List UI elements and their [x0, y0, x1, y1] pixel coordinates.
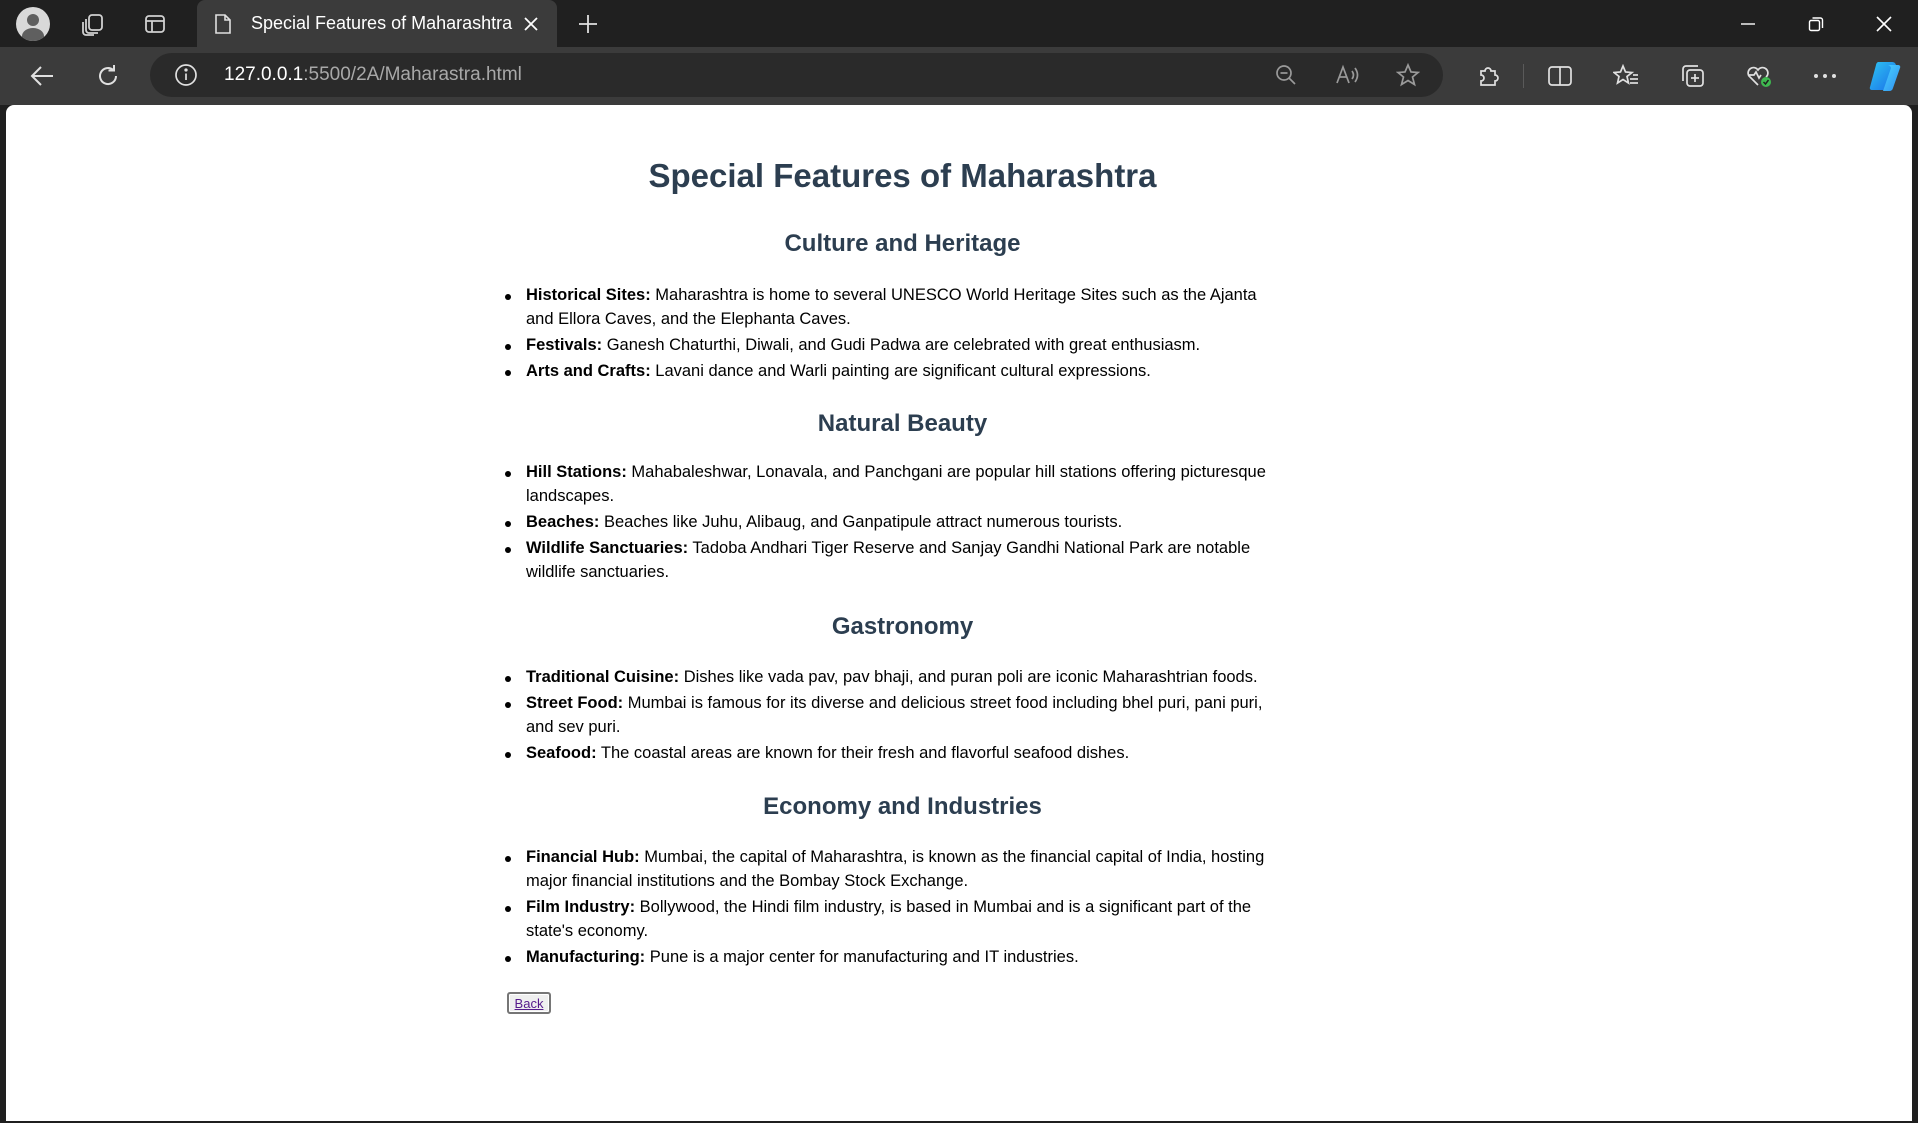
extensions-button[interactable] — [1469, 57, 1509, 95]
url-text[interactable]: 127.0.0.1:5500/2A/Maharastra.html — [224, 64, 522, 86]
settings-more-button[interactable] — [1805, 57, 1845, 95]
zoom-button[interactable] — [1268, 58, 1304, 92]
favorite-button[interactable] — [1390, 58, 1426, 92]
section-heading-culture: Culture and Heritage — [784, 230, 1021, 257]
page-viewport: Special Features of Maharashtra Culture … — [6, 105, 1912, 1121]
refresh-icon — [99, 65, 118, 85]
profile-button[interactable] — [15, 6, 51, 42]
item-text: Dishes like vada pav, pav bhaji, and pur… — [679, 668, 1258, 686]
navigation-bar: 127.0.0.1:5500/2A/Maharastra.html — [0, 47, 1918, 105]
item-label: Street Food: — [526, 694, 624, 712]
favorites-button[interactable] — [1606, 57, 1646, 95]
back-button[interactable]: Back — [507, 992, 551, 1014]
heart-pulse-icon — [1747, 66, 1771, 87]
more-horizontal-icon — [1814, 74, 1836, 78]
item-text: Mumbai is famous for its diverse and del… — [526, 694, 1263, 736]
item-text: The coastal areas are known for their fr… — [596, 744, 1130, 762]
puzzle-icon — [1480, 67, 1499, 86]
page-title: Special Features of Maharashtra — [648, 157, 1157, 194]
close-icon — [524, 17, 538, 31]
toolbar-divider — [1523, 64, 1524, 88]
collections-button[interactable] — [1673, 57, 1713, 95]
tab-actions-icon — [145, 15, 165, 33]
list-item: Festivals: Ganesh Chaturthi, Diwali, and… — [505, 333, 1286, 357]
culture-list: Historical Sites: Maharashtra is home to… — [505, 283, 1286, 385]
zoom-out-icon — [1276, 65, 1296, 85]
restore-icon — [1808, 16, 1824, 31]
minimize-button[interactable] — [1714, 0, 1782, 47]
refresh-button[interactable] — [88, 57, 128, 95]
item-text: Bollywood, the Hindi film industry, is b… — [526, 898, 1252, 940]
restore-button[interactable] — [1782, 0, 1850, 47]
economy-list: Financial Hub: Mumbai, the capital of Ma… — [505, 845, 1286, 971]
list-item: Manufacturing: Pune is a major center fo… — [505, 945, 1286, 969]
address-bar[interactable]: 127.0.0.1:5500/2A/Maharastra.html — [150, 53, 1443, 97]
item-text: Pune is a major center for manufacturing… — [645, 948, 1079, 966]
section-heading-gastronomy: Gastronomy — [831, 613, 974, 640]
list-item: Hill Stations: Mahabaleshwar, Lonavala, … — [505, 460, 1286, 508]
list-item: Beaches: Beaches like Juhu, Alibaug, and… — [505, 510, 1286, 534]
list-item: Historical Sites: Maharashtra is home to… — [505, 283, 1286, 331]
plus-icon — [579, 15, 597, 33]
list-item: Street Food: Mumbai is famous for its di… — [505, 691, 1286, 739]
active-tab[interactable]: Special Features of Maharashtra — [197, 0, 557, 47]
item-label: Festivals: — [526, 336, 603, 354]
favorites-icon — [1613, 64, 1638, 85]
split-screen-icon — [1548, 66, 1572, 86]
item-label: Seafood: — [526, 744, 597, 762]
item-label: Traditional Cuisine: — [526, 668, 680, 686]
gastronomy-list: Traditional Cuisine: Dishes like vada pa… — [505, 665, 1286, 767]
star-icon — [1396, 63, 1420, 87]
item-label: Film Industry: — [526, 898, 636, 916]
read-aloud-icon — [1336, 64, 1359, 84]
item-text: Mahabaleshwar, Lonavala, and Panchgani a… — [526, 463, 1266, 505]
list-item: Arts and Crafts: Lavani dance and Warli … — [505, 359, 1286, 383]
read-aloud-button[interactable] — [1330, 58, 1366, 92]
tab-close-button[interactable] — [519, 12, 543, 36]
list-item: Film Industry: Bollywood, the Hindi film… — [505, 895, 1286, 943]
minimize-icon — [1741, 22, 1755, 25]
url-host: 127.0.0.1 — [224, 64, 304, 85]
item-label: Beaches: — [526, 513, 600, 531]
page-document-icon — [215, 14, 231, 34]
copilot-icon — [1869, 61, 1901, 92]
copilot-button[interactable] — [1866, 57, 1906, 95]
item-label: Hill Stations: — [526, 463, 627, 481]
close-icon — [1876, 15, 1892, 32]
section-heading-natural-beauty: Natural Beauty — [817, 410, 988, 437]
item-text: Ganesh Chaturthi, Diwali, and Gudi Padwa… — [602, 336, 1201, 354]
arrow-left-icon — [30, 66, 53, 86]
list-item: Financial Hub: Mumbai, the capital of Ma… — [505, 845, 1286, 893]
item-text: Beaches like Juhu, Alibaug, and Ganpatip… — [599, 513, 1123, 531]
item-label: Historical Sites: — [526, 286, 651, 304]
item-label: Wildlife Sanctuaries: — [526, 539, 689, 557]
item-label: Financial Hub: — [526, 848, 640, 866]
title-bar: Special Features of Maharashtra — [0, 0, 1918, 47]
profile-avatar-icon — [16, 7, 50, 41]
vertical-tabs-button[interactable] — [137, 6, 173, 42]
list-item: Seafood: The coastal areas are known for… — [505, 741, 1286, 765]
list-item: Wildlife Sanctuaries: Tadoba Andhari Tig… — [505, 536, 1286, 584]
split-screen-button[interactable] — [1540, 57, 1580, 95]
workspaces-icon — [82, 14, 103, 36]
collections-icon — [1682, 65, 1704, 87]
list-item: Traditional Cuisine: Dishes like vada pa… — [505, 665, 1286, 689]
site-info-icon[interactable] — [174, 63, 198, 87]
item-text: Lavani dance and Warli painting are sign… — [650, 362, 1151, 380]
new-tab-button[interactable] — [572, 10, 604, 38]
item-label: Manufacturing: — [526, 948, 646, 966]
close-window-button[interactable] — [1850, 0, 1918, 47]
url-path: :5500/2A/Maharastra.html — [303, 64, 522, 85]
workspaces-button[interactable] — [75, 6, 111, 42]
tab-title: Special Features of Maharashtra — [251, 13, 513, 33]
natural-beauty-list: Hill Stations: Mahabaleshwar, Lonavala, … — [505, 460, 1286, 586]
section-heading-economy: Economy and Industries — [763, 793, 1042, 820]
back-navigation-button[interactable] — [22, 57, 62, 95]
browser-essentials-button[interactable] — [1739, 57, 1779, 95]
item-label: Arts and Crafts: — [526, 362, 651, 380]
